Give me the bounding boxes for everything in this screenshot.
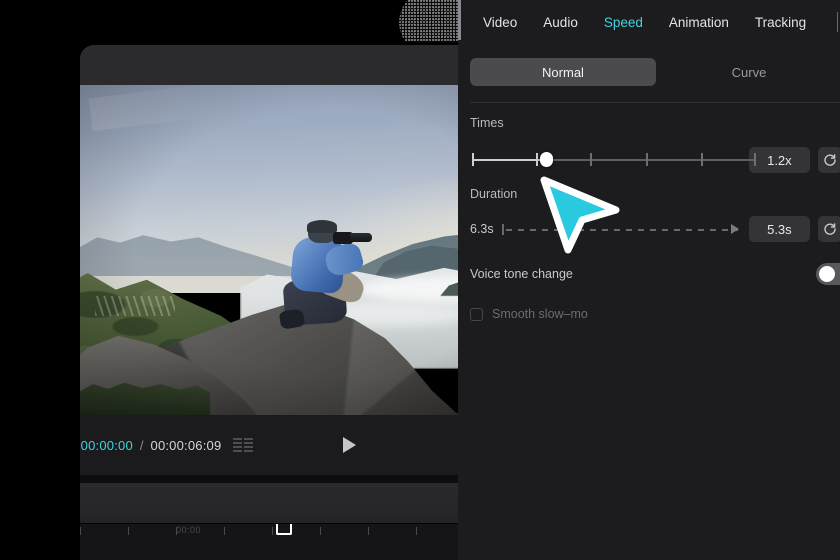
times-label: Times [470, 116, 504, 130]
times-slider[interactable] [470, 147, 756, 173]
current-timecode: 00:00:00:00 [80, 437, 133, 453]
tabs-overflow-divider [837, 12, 838, 32]
smooth-slow-mo-row[interactable]: Smooth slow–mo [470, 307, 840, 321]
times-slider-thumb[interactable] [540, 152, 553, 167]
grid-view-icon[interactable] [233, 438, 254, 452]
play-icon[interactable] [343, 437, 357, 453]
segment-normal[interactable]: Normal [470, 58, 656, 86]
slider-tick [646, 153, 648, 166]
grid-col [244, 438, 254, 452]
speed-panel: Video Audio Speed Animation Tracking Nor… [458, 0, 840, 560]
panel-divider [470, 102, 840, 103]
duration-start-cap [502, 224, 504, 235]
slider-tick [472, 153, 474, 166]
duration-original-value: 6.3s [470, 222, 494, 236]
arrow-cursor-icon [538, 176, 622, 254]
slider-tick [590, 153, 592, 166]
screen-root: 00:00:00:00 / 00:00:06:09 00:00 Video [0, 0, 840, 560]
reset-circular-arrow-icon[interactable] [817, 147, 840, 173]
segment-curve[interactable]: Curve [656, 58, 840, 86]
tab-tracking[interactable]: Tracking [742, 15, 819, 30]
slider-tick [754, 153, 756, 166]
toggle-knob [819, 266, 835, 282]
reset-circular-arrow-icon[interactable] [817, 216, 840, 242]
total-timecode: 00:00:06:09 [150, 437, 222, 453]
tab-video[interactable]: Video [470, 15, 530, 30]
ruler-time-label: 00:00 [176, 525, 202, 535]
voice-tone-change-toggle[interactable] [816, 263, 840, 285]
tab-speed[interactable]: Speed [591, 15, 656, 30]
duration-arrow-icon [731, 224, 740, 234]
times-value-field[interactable]: 1.2x [749, 147, 810, 173]
tab-animation[interactable]: Animation [656, 15, 742, 30]
smooth-slow-mo-checkbox[interactable] [470, 307, 483, 321]
duration-value-field[interactable]: 5.3s [749, 216, 810, 242]
duration-row: 6.3s 5.3s [470, 215, 840, 243]
timecode-separator: / [139, 437, 144, 453]
speed-mode-segmented-control: Normal Curve [470, 58, 840, 86]
times-row: 1.2x [470, 146, 840, 174]
slider-line-filled [472, 159, 540, 161]
playhead-handle-icon[interactable] [276, 524, 292, 535]
dither-corner-artifact [399, 0, 464, 42]
voice-tone-change-label: Voice tone change [470, 267, 573, 281]
duration-label: Duration [470, 187, 518, 201]
voice-tone-change-row: Voice tone change [470, 261, 840, 287]
panel-tabs: Video Audio Speed Animation Tracking [458, 0, 840, 44]
grid-col [233, 438, 243, 452]
smooth-slow-mo-label: Smooth slow–mo [492, 307, 588, 321]
slider-tick [701, 153, 703, 166]
tab-audio[interactable]: Audio [530, 15, 591, 30]
slider-tick [536, 153, 538, 166]
